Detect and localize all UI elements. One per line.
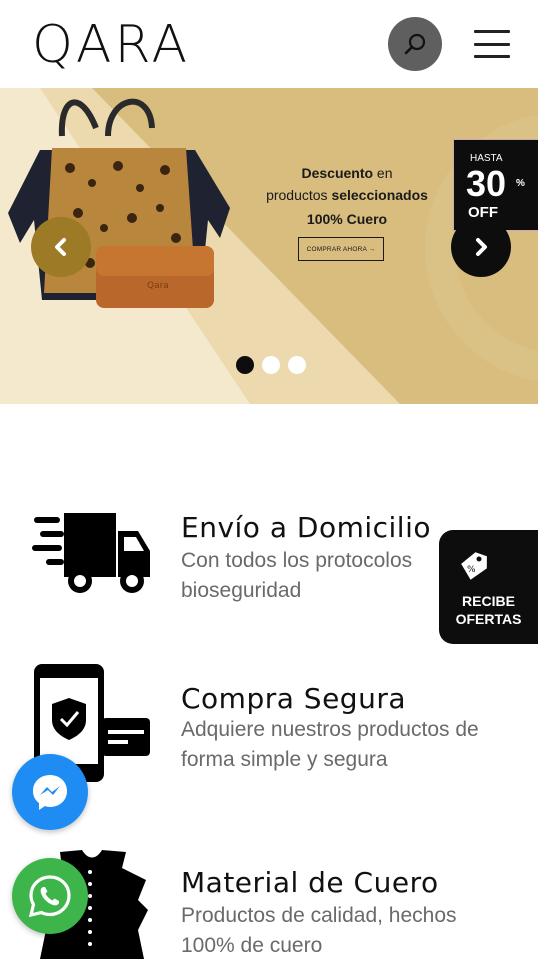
discount-value: 30 (466, 163, 507, 204)
promo-headline-rest: en (373, 165, 393, 181)
messenger-chat-button[interactable] (12, 754, 88, 830)
receive-offers-button[interactable]: % RECIBE OFERTAS (439, 530, 538, 644)
hero-banner[interactable]: Qara Descuento en productos seleccionado… (0, 88, 538, 404)
svg-text:Qara: Qara (147, 281, 169, 291)
chevron-right-icon (476, 238, 487, 256)
site-header: QARA (0, 0, 538, 88)
shop-now-button[interactable]: COMPRAR AHORA → (298, 237, 384, 261)
feature-title: Material de Cuero (181, 866, 439, 899)
promo-subline: productos (266, 187, 332, 203)
search-button[interactable] (388, 17, 442, 71)
feature-title: Compra Segura (181, 682, 406, 715)
delivery-truck-icon (32, 513, 150, 593)
feature-description: Productos de calidad, hechos 100% de cue… (181, 904, 457, 957)
carousel-dot[interactable] (262, 356, 280, 374)
discount-badge: HASTA 30 % OFF (453, 139, 538, 231)
promo-text: Descuento en productos seleccionados 100… (252, 162, 442, 230)
carousel-dot[interactable] (288, 356, 306, 374)
whatsapp-chat-button[interactable] (12, 858, 88, 934)
whatsapp-icon (28, 875, 71, 918)
carousel-next-button[interactable] (451, 217, 511, 277)
brand-logo[interactable]: QARA (32, 14, 190, 76)
svg-text:%: % (467, 565, 476, 575)
carousel-prev-button[interactable] (31, 217, 91, 277)
discount-percent: % (516, 178, 525, 189)
search-icon (404, 33, 426, 55)
promo-subline-bold: seleccionados (331, 187, 428, 203)
carousel-pagination (236, 356, 306, 374)
messenger-icon (33, 775, 67, 810)
chevron-left-icon (55, 238, 66, 256)
price-tag-icon: % (461, 552, 487, 580)
hamburger-menu-button[interactable] (474, 30, 510, 58)
feature-description: Adquiere nuestros productos de forma sim… (181, 718, 479, 771)
handbag-image: Qara (8, 98, 230, 308)
receive-offers-label: RECIBE OFERTAS (455, 593, 522, 627)
carousel-dot[interactable] (236, 356, 254, 374)
promo-material: 100% Cuero (306, 211, 388, 227)
promo-headline: Descuento (301, 165, 374, 181)
hamburger-menu-icon (474, 30, 510, 33)
feature-title: Envío a Domicilio (181, 511, 431, 544)
